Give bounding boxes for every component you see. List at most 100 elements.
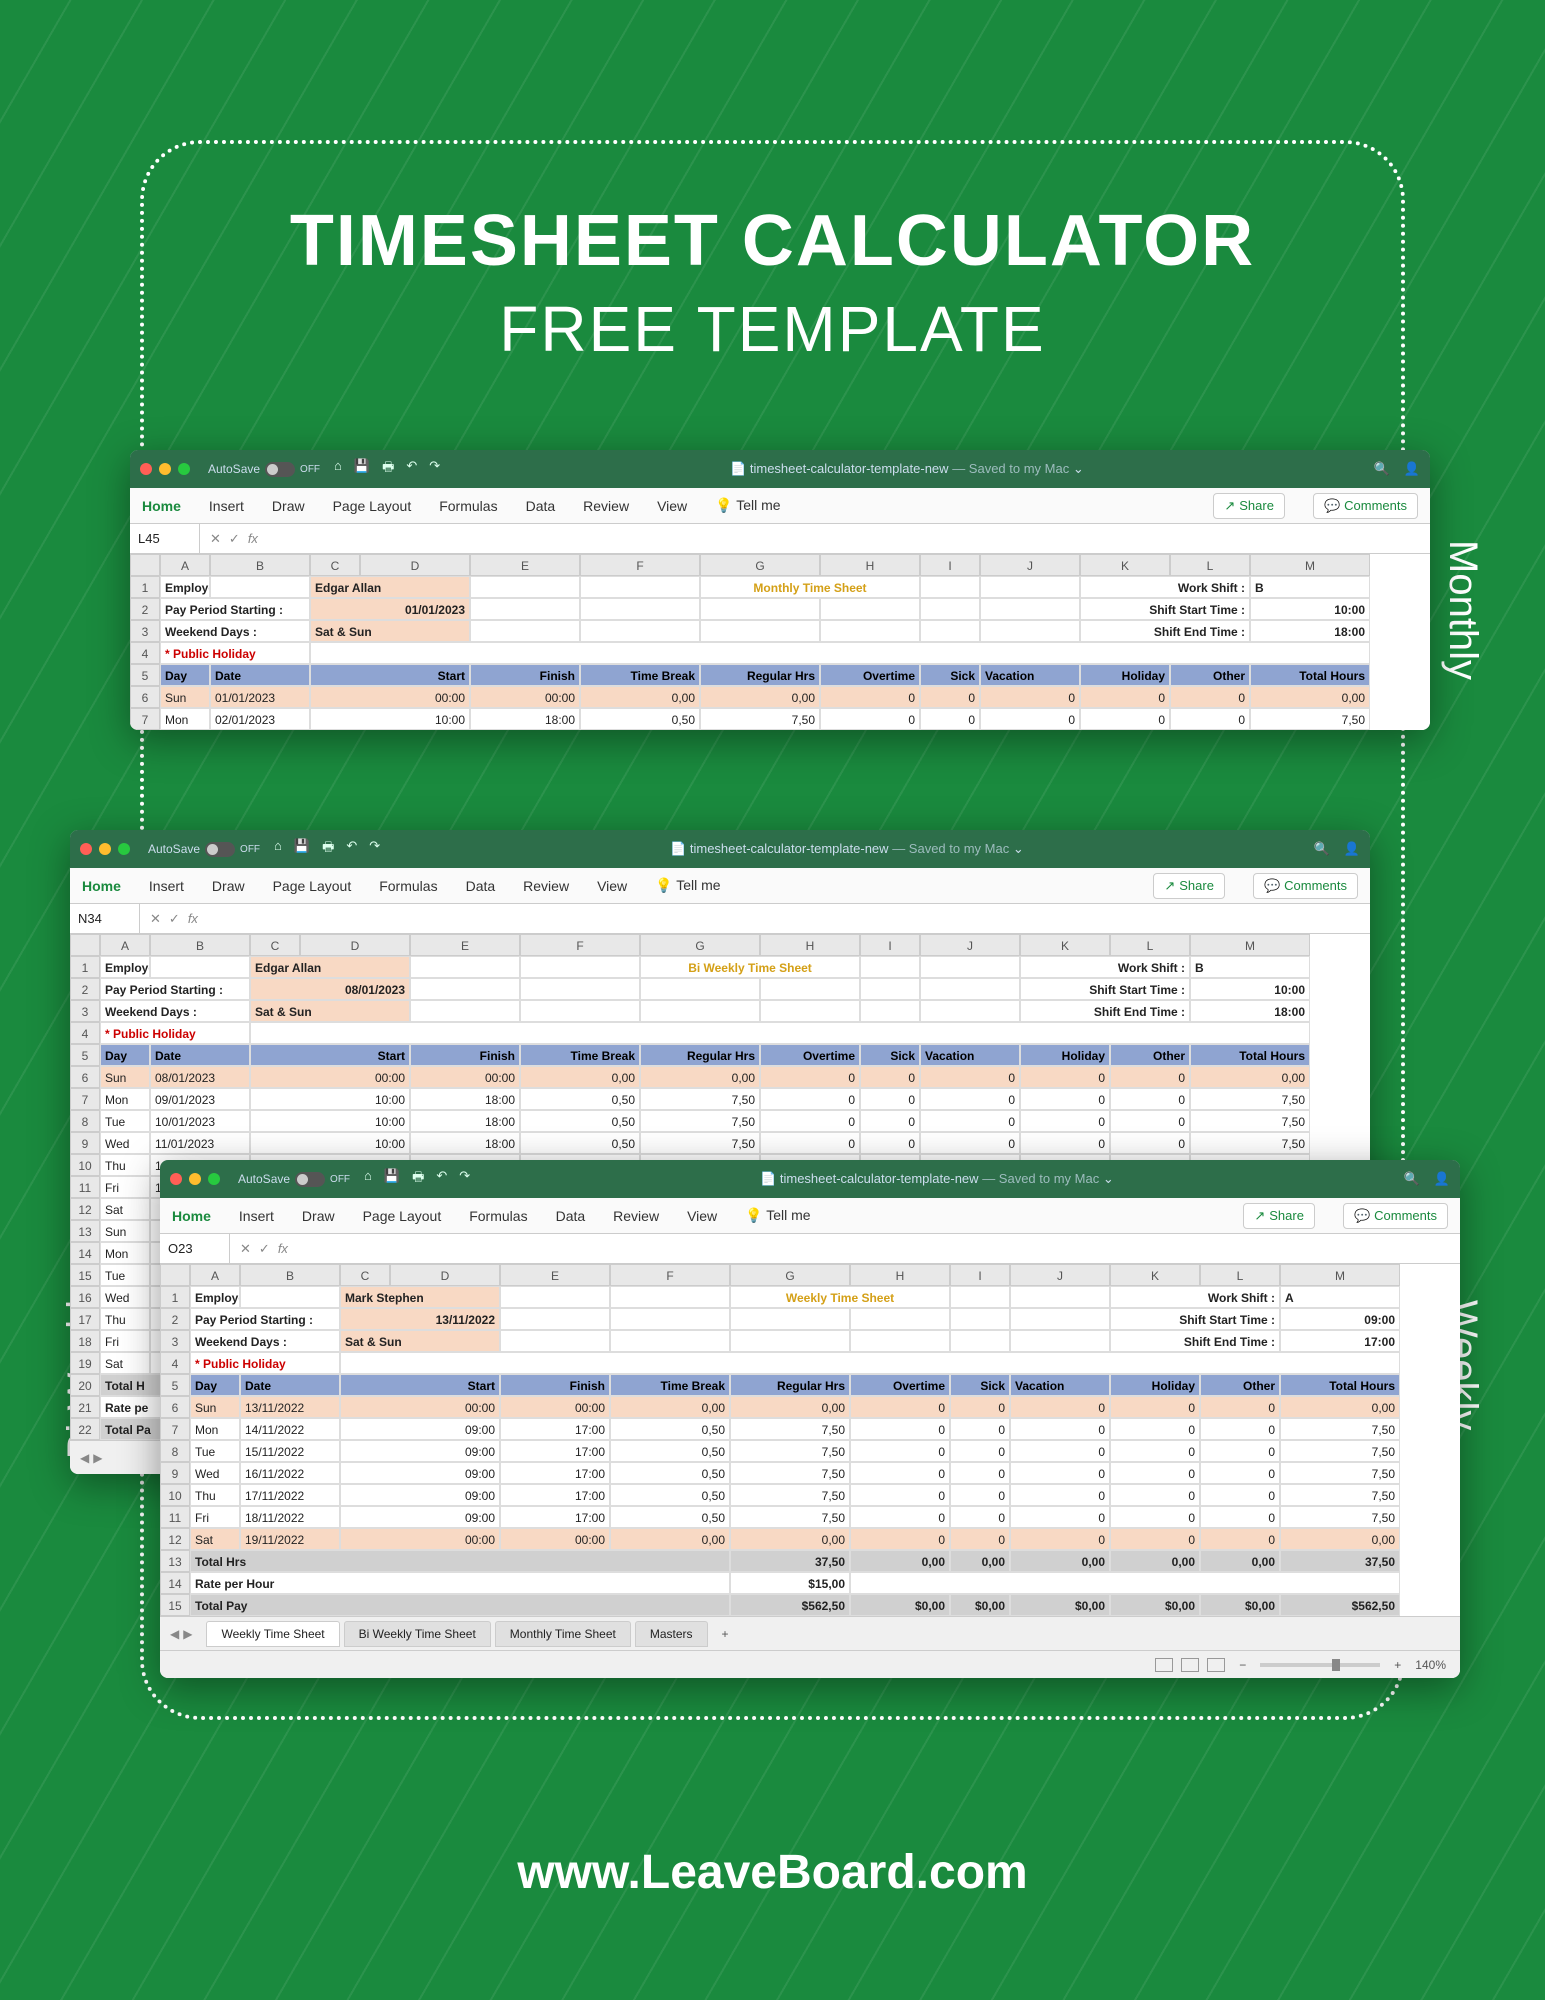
tab-insert[interactable]: Insert bbox=[239, 1208, 274, 1224]
zoom-slider[interactable] bbox=[1260, 1663, 1380, 1667]
fx-icon[interactable]: fx bbox=[248, 531, 258, 546]
col-header[interactable]: H bbox=[820, 554, 920, 576]
window-controls[interactable] bbox=[170, 1173, 220, 1185]
col-header[interactable]: L bbox=[1110, 934, 1190, 956]
home-icon[interactable]: ⌂ bbox=[364, 1168, 372, 1190]
sheet-tab-weekly[interactable]: Weekly Time Sheet bbox=[206, 1621, 339, 1647]
col-header[interactable]: K bbox=[1020, 934, 1110, 956]
share-button[interactable]: ↗ Share bbox=[1213, 493, 1285, 519]
redo-icon[interactable]: ↷ bbox=[369, 838, 380, 860]
user-icon[interactable]: 👤 bbox=[1344, 841, 1360, 857]
search-icon[interactable]: 🔍 bbox=[1374, 461, 1390, 477]
col-header[interactable]: B bbox=[150, 934, 250, 956]
col-header[interactable]: I bbox=[950, 1264, 1010, 1286]
col-header[interactable]: K bbox=[1080, 554, 1170, 576]
tab-next-icon[interactable]: ▶ bbox=[183, 1627, 192, 1641]
col-header[interactable]: A bbox=[160, 554, 210, 576]
sheet-tab-biweekly[interactable]: Bi Weekly Time Sheet bbox=[344, 1621, 491, 1647]
print-icon[interactable]: 🖶 bbox=[412, 1168, 424, 1190]
tab-home[interactable]: Home bbox=[82, 878, 121, 894]
window-controls[interactable] bbox=[140, 463, 190, 475]
col-header[interactable]: J bbox=[920, 934, 1020, 956]
undo-icon[interactable]: ↶ bbox=[436, 1168, 447, 1190]
fx-icon[interactable]: fx bbox=[278, 1241, 288, 1256]
user-icon[interactable]: 👤 bbox=[1404, 461, 1420, 477]
undo-icon[interactable]: ↶ bbox=[346, 838, 357, 860]
autosave-toggle[interactable]: AutoSaveOFF bbox=[238, 1172, 350, 1187]
col-header[interactable]: D bbox=[360, 554, 470, 576]
autosave-toggle[interactable]: AutoSaveOFF bbox=[208, 462, 320, 477]
cancel-icon[interactable]: ✕ bbox=[150, 911, 161, 927]
share-button[interactable]: ↗ Share bbox=[1153, 873, 1225, 899]
col-header[interactable]: E bbox=[410, 934, 520, 956]
confirm-icon[interactable]: ✓ bbox=[229, 531, 240, 547]
col-header[interactable]: G bbox=[700, 554, 820, 576]
tab-view[interactable]: View bbox=[687, 1208, 717, 1224]
col-header[interactable]: I bbox=[860, 934, 920, 956]
col-header[interactable]: A bbox=[100, 934, 150, 956]
tab-pagelayout[interactable]: Page Layout bbox=[333, 498, 412, 514]
tab-pagelayout[interactable]: Page Layout bbox=[273, 878, 352, 894]
tab-next-icon[interactable]: ▶ bbox=[93, 1451, 102, 1465]
comments-button[interactable]: 💬 Comments bbox=[1253, 873, 1358, 899]
col-header[interactable]: E bbox=[470, 554, 580, 576]
home-icon[interactable]: ⌂ bbox=[334, 458, 342, 480]
sheet-weekly[interactable]: ABCDEFGHIJKLM 1Employee :Mark StephenWee… bbox=[160, 1264, 1460, 1616]
save-icon[interactable]: 💾 bbox=[354, 458, 370, 480]
tab-formulas[interactable]: Formulas bbox=[439, 498, 497, 514]
cancel-icon[interactable]: ✕ bbox=[210, 531, 221, 547]
share-button[interactable]: ↗ Share bbox=[1243, 1203, 1315, 1229]
name-box[interactable]: N34 bbox=[70, 904, 140, 933]
redo-icon[interactable]: ↷ bbox=[429, 458, 440, 480]
tab-review[interactable]: Review bbox=[583, 498, 629, 514]
col-header[interactable]: E bbox=[500, 1264, 610, 1286]
tab-data[interactable]: Data bbox=[556, 1208, 586, 1224]
tab-prev-icon[interactable]: ◀ bbox=[80, 1451, 89, 1465]
print-icon[interactable]: 🖶 bbox=[322, 838, 334, 860]
print-icon[interactable]: 🖶 bbox=[382, 458, 394, 480]
col-header[interactable]: F bbox=[580, 554, 700, 576]
redo-icon[interactable]: ↷ bbox=[459, 1168, 470, 1190]
col-header[interactable]: F bbox=[610, 1264, 730, 1286]
search-icon[interactable]: 🔍 bbox=[1314, 841, 1330, 857]
tab-pagelayout[interactable]: Page Layout bbox=[363, 1208, 442, 1224]
search-icon[interactable]: 🔍 bbox=[1404, 1171, 1420, 1187]
autosave-toggle[interactable]: AutoSaveOFF bbox=[148, 842, 260, 857]
add-sheet-button[interactable]: + bbox=[712, 1622, 739, 1646]
tab-review[interactable]: Review bbox=[613, 1208, 659, 1224]
tab-view[interactable]: View bbox=[657, 498, 687, 514]
window-controls[interactable] bbox=[80, 843, 130, 855]
col-header[interactable]: G bbox=[730, 1264, 850, 1286]
tab-draw[interactable]: Draw bbox=[302, 1208, 335, 1224]
name-box[interactable]: O23 bbox=[160, 1234, 230, 1263]
sheet-monthly[interactable]: ABCDEFGHIJKLM 1Employee :Edgar AllanMont… bbox=[130, 554, 1430, 730]
col-header[interactable]: C bbox=[310, 554, 360, 576]
confirm-icon[interactable]: ✓ bbox=[259, 1241, 270, 1257]
tellme[interactable]: 💡 Tell me bbox=[655, 877, 720, 894]
zoom-in-icon[interactable]: + bbox=[1394, 1658, 1401, 1672]
tab-insert[interactable]: Insert bbox=[209, 498, 244, 514]
user-icon[interactable]: 👤 bbox=[1434, 1171, 1450, 1187]
zoom-out-icon[interactable]: − bbox=[1239, 1658, 1246, 1672]
tab-home[interactable]: Home bbox=[172, 1208, 211, 1224]
col-header[interactable]: M bbox=[1280, 1264, 1400, 1286]
tab-formulas[interactable]: Formulas bbox=[379, 878, 437, 894]
col-header[interactable]: J bbox=[1010, 1264, 1110, 1286]
col-header[interactable]: M bbox=[1250, 554, 1370, 576]
col-header[interactable]: L bbox=[1170, 554, 1250, 576]
col-header[interactable]: D bbox=[390, 1264, 500, 1286]
confirm-icon[interactable]: ✓ bbox=[169, 911, 180, 927]
tab-prev-icon[interactable]: ◀ bbox=[170, 1627, 179, 1641]
comments-button[interactable]: 💬 Comments bbox=[1343, 1203, 1448, 1229]
col-header[interactable]: C bbox=[340, 1264, 390, 1286]
col-header[interactable]: K bbox=[1110, 1264, 1200, 1286]
tab-data[interactable]: Data bbox=[526, 498, 556, 514]
col-header[interactable]: H bbox=[850, 1264, 950, 1286]
col-header[interactable]: L bbox=[1200, 1264, 1280, 1286]
cancel-icon[interactable]: ✕ bbox=[240, 1241, 251, 1257]
fx-icon[interactable]: fx bbox=[188, 911, 198, 926]
save-icon[interactable]: 💾 bbox=[384, 1168, 400, 1190]
undo-icon[interactable]: ↶ bbox=[406, 458, 417, 480]
view-mode-icons[interactable] bbox=[1155, 1658, 1225, 1672]
col-header[interactable]: B bbox=[210, 554, 310, 576]
